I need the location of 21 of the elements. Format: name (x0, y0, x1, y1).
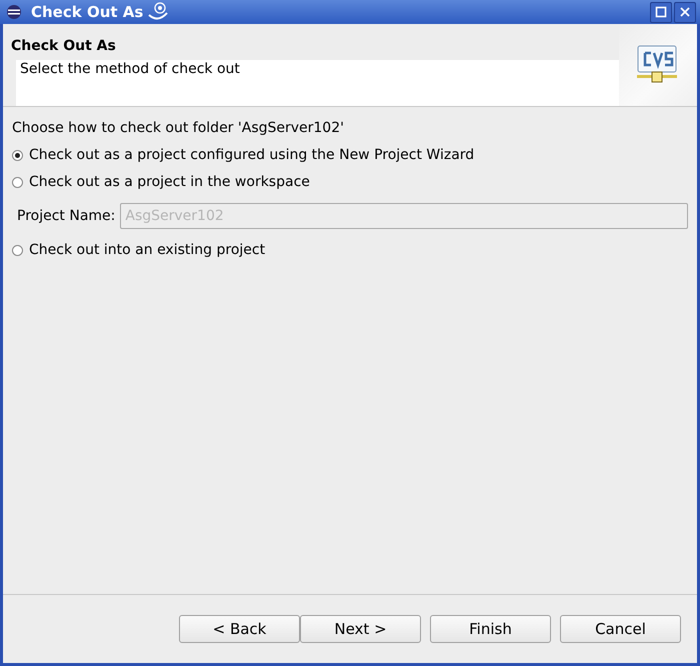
field-label: Project Name: (17, 208, 116, 224)
wizard-button[interactable]: Finish (430, 615, 551, 643)
radio-label[interactable]: Check out as a project configured using the New Project Wizard (29, 147, 474, 163)
close-button[interactable] (674, 2, 696, 22)
app-icon (5, 3, 23, 21)
page-description: Select the method of check out (16, 60, 619, 106)
maximize-icon (655, 6, 667, 18)
radio-label[interactable]: Check out as a project in the workspace (29, 174, 310, 190)
wizard-button[interactable]: < Back (179, 615, 300, 643)
window-title: Check Out As (31, 3, 144, 21)
wizard-button[interactable]: Cancel (560, 615, 681, 643)
radio-button[interactable] (12, 244, 23, 256)
radio-button[interactable] (12, 150, 23, 160)
maximize-button[interactable] (650, 2, 672, 22)
cvs-icon (637, 45, 679, 85)
radio-button[interactable] (12, 176, 23, 188)
close-icon (679, 6, 691, 18)
radio-label[interactable]: Check out into an existing project (29, 242, 266, 258)
prompt-text: Choose how to check out folder 'AsgServer102' (12, 120, 345, 136)
page-title: Check Out As (10, 37, 117, 52)
wizard-button[interactable]: Next > (300, 615, 421, 643)
